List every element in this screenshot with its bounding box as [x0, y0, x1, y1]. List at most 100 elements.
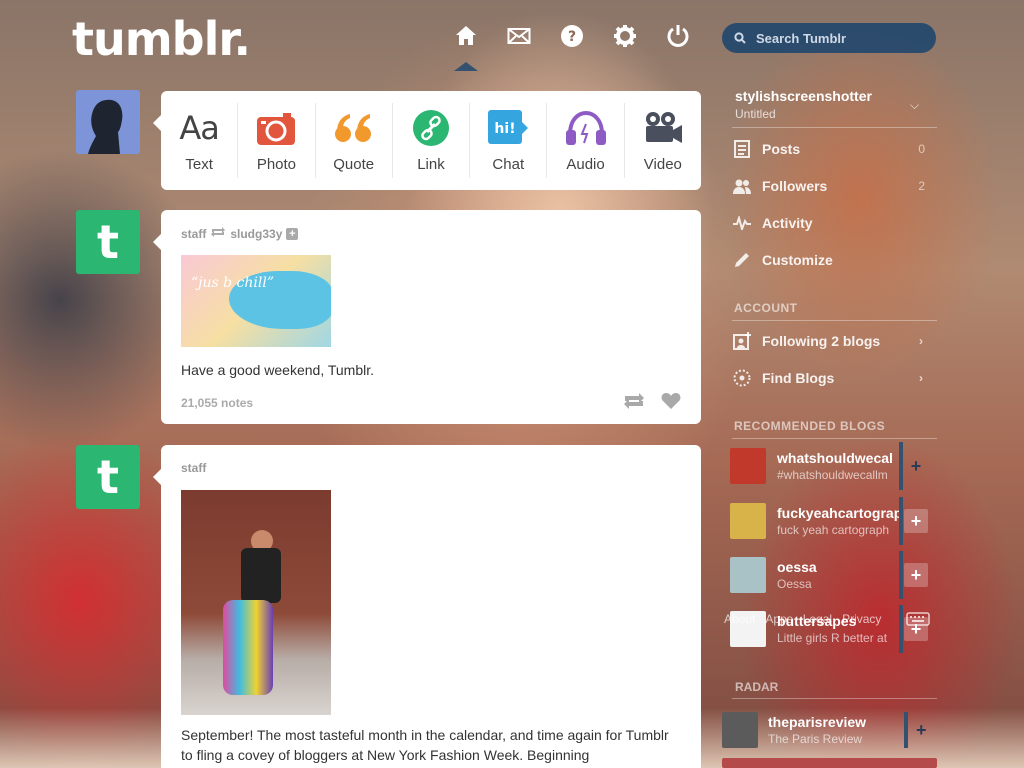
dancer-legs-shape [223, 600, 273, 695]
like-button[interactable] [661, 392, 681, 415]
headphones-icon [565, 110, 606, 145]
recommended-blog-name: oessa [777, 559, 817, 575]
recommended-blog-name: fuckyeahcartograp [777, 505, 902, 521]
sidebar-item-label: Activity [762, 215, 813, 231]
footer-links: About Apps Legal Privacy [724, 612, 891, 626]
footer-link-legal[interactable]: Legal [803, 612, 832, 626]
chevron-down-icon[interactable]: ⌵ [910, 98, 919, 113]
nav-help[interactable]: ? [558, 22, 586, 50]
activity-icon [732, 216, 752, 230]
blog-avatar [730, 557, 766, 593]
post-type-audio[interactable]: Audio [547, 103, 625, 178]
radar-blog[interactable]: theparisreview The Paris Review + [722, 712, 937, 748]
footer-link-about[interactable]: About [724, 612, 755, 626]
chat-icon: hi! [488, 110, 529, 144]
staff-avatar[interactable]: t [76, 210, 140, 274]
svg-text:hi!: hi! [495, 121, 516, 137]
help-icon: ? [561, 25, 583, 47]
nav-inbox[interactable] [505, 22, 533, 50]
post-type-link[interactable]: Link [393, 103, 471, 178]
home-icon [456, 26, 476, 45]
footer-link-privacy[interactable]: Privacy [842, 612, 881, 626]
posts-icon [732, 140, 752, 158]
post-type-label: Audio [566, 156, 605, 173]
svg-text:?: ? [568, 29, 576, 45]
blog-title: Untitled [735, 107, 776, 121]
photo-caption-text: “jus b chill” [191, 275, 275, 291]
follow-plus-button[interactable]: + [916, 720, 927, 741]
blog-avatar [730, 448, 766, 484]
post-body: September! The most tasteful month in th… [181, 727, 669, 763]
reblogged-from[interactable]: sludg33y [230, 227, 282, 241]
sidebar-item-find-blogs[interactable]: Find Blogs › [732, 363, 937, 393]
follow-plus-button[interactable]: + [904, 509, 928, 533]
recommended-blog[interactable]: whatshouldwecal #whatshouldwecallm + [722, 442, 937, 490]
follow-highlight-bar [899, 551, 903, 599]
sidebar-item-label: Customize [762, 252, 833, 268]
sidebar-item-label: Posts [762, 141, 801, 157]
sidebar-item-followers[interactable]: Followers 2 [732, 171, 937, 201]
sidebar-item-activity[interactable]: Activity [732, 208, 937, 238]
sidebar-item-label: Following 2 blogs [762, 333, 881, 349]
post-type-photo[interactable]: Photo [238, 103, 316, 178]
recommended-blog[interactable]: fuckyeahcartograp fuck yeah cartograph + [722, 497, 937, 545]
following-icon [732, 332, 752, 350]
radar-blog-name: theparisreview [768, 714, 867, 730]
link-icon [412, 110, 449, 146]
text-icon: Aa [179, 109, 219, 147]
recommended-blog-name: whatshouldwecal [777, 450, 893, 466]
radar-post-image[interactable] [722, 758, 937, 768]
search-input[interactable] [754, 29, 928, 47]
follow-plus-button[interactable]: + [904, 563, 928, 587]
recommended-blog-title: Oessa [777, 577, 812, 591]
follow-plus-icon[interactable]: + [286, 227, 299, 240]
sidebar-item-customize[interactable]: Customize [732, 245, 937, 275]
dashboard-post: staff September! The most tasteful month… [153, 445, 701, 768]
sidebar-item-following[interactable]: Following 2 blogs › [732, 326, 937, 356]
nav-home[interactable] [452, 22, 480, 50]
search-icon [734, 32, 746, 44]
keyboard-shortcuts-icon[interactable] [906, 612, 930, 631]
user-avatar[interactable] [76, 90, 140, 154]
post-header: staff sludg33y + [181, 226, 299, 241]
sidebar-item-label: Find Blogs [762, 370, 835, 386]
post-notes-count[interactable]: 21,055 notes [181, 396, 253, 410]
post-type-video[interactable]: Video [625, 103, 701, 178]
post-header: staff [181, 461, 206, 475]
video-camera-icon [645, 112, 682, 143]
reblog-button[interactable] [623, 392, 645, 415]
top-nav: ? [452, 22, 717, 50]
follow-highlight-bar [899, 497, 903, 545]
post-type-label: Quote [333, 156, 375, 173]
post-type-picker: Aa Text Photo Quote Link hi! Chat Audio [153, 91, 701, 190]
post-photo[interactable]: “jus b chill” [181, 255, 331, 347]
power-icon [667, 25, 689, 47]
post-author[interactable]: staff [181, 227, 206, 241]
followers-icon [732, 178, 752, 194]
recommended-blog[interactable]: oessa Oessa + [722, 551, 937, 599]
sidebar-divider [732, 438, 937, 439]
post-photo[interactable] [181, 490, 331, 715]
nav-logout[interactable] [664, 22, 692, 50]
post-type-label: Photo [256, 156, 297, 173]
dashboard-post: staff sludg33y + “jus b chill” Have a go… [153, 210, 701, 424]
heart-icon [661, 393, 681, 409]
post-type-text[interactable]: Aa Text [161, 103, 239, 178]
recommended-blog-title: Little girls R better at [777, 631, 888, 645]
nav-settings[interactable] [611, 22, 639, 50]
post-type-quote[interactable]: Quote [316, 103, 393, 178]
blog-name[interactable]: stylishscreenshotter [735, 88, 872, 104]
followers-count: 2 [918, 179, 925, 193]
staff-avatar[interactable]: t [76, 445, 140, 509]
search-box[interactable] [722, 23, 936, 53]
recommended-blog-title: fuck yeah cartograph [777, 523, 890, 537]
footer-link-apps[interactable]: Apps [765, 612, 792, 626]
post-author[interactable]: staff [181, 461, 206, 475]
gear-icon [614, 25, 636, 47]
sidebar-item-posts[interactable]: Posts 0 [732, 134, 937, 164]
tumblr-logo[interactable]: tumblr. [72, 12, 251, 66]
posts-count: 0 [918, 142, 925, 156]
follow-plus-button[interactable]: + [904, 454, 928, 478]
customize-icon [732, 251, 752, 269]
post-type-chat[interactable]: hi! Chat [470, 103, 548, 178]
